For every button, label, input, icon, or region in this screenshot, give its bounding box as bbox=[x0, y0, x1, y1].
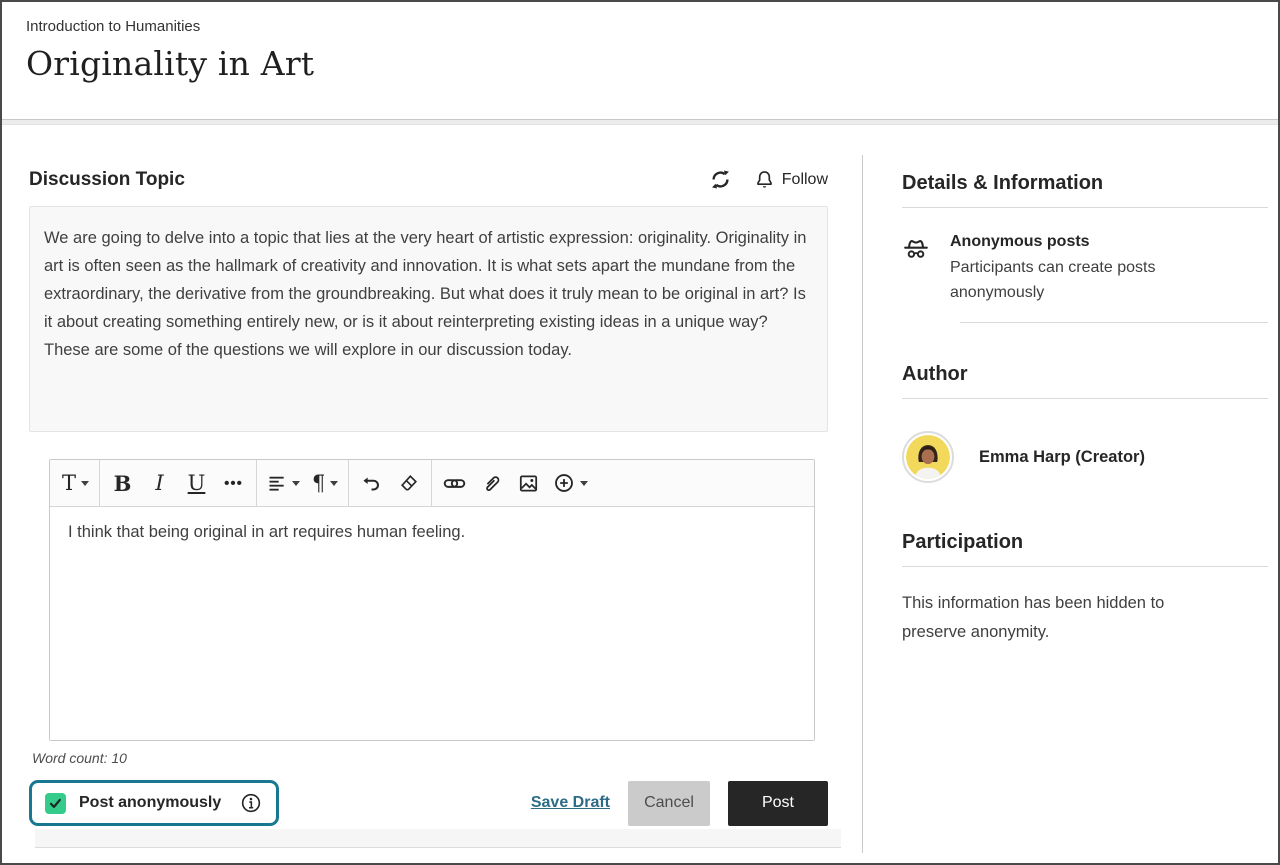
details-sidebar: Details & Information Anonymous posts Pa… bbox=[864, 125, 1278, 863]
insert-content-button[interactable] bbox=[547, 460, 594, 506]
word-count: Word count: 10 bbox=[32, 750, 828, 766]
toolbar-divider bbox=[99, 460, 100, 506]
follow-label: Follow bbox=[782, 171, 828, 189]
eraser-icon bbox=[399, 473, 419, 493]
chevron-down-icon bbox=[292, 481, 300, 486]
plus-circle-icon bbox=[553, 472, 575, 494]
toolbar-divider bbox=[256, 460, 257, 506]
page-header: Introduction to Humanities Originality i… bbox=[2, 2, 1278, 120]
paragraph-icon: ¶ bbox=[312, 473, 325, 494]
underline-button[interactable]: U bbox=[178, 460, 215, 506]
post-anonymously-checkbox[interactable] bbox=[45, 793, 66, 814]
paperclip-icon bbox=[481, 473, 502, 494]
undo-icon bbox=[361, 473, 382, 494]
content-area: Discussion Topic bbox=[2, 125, 1278, 863]
post-anonymously-label: Post anonymously bbox=[79, 794, 221, 812]
checkmark-icon bbox=[48, 796, 63, 811]
post-button[interactable]: Post bbox=[728, 781, 828, 826]
bold-icon: B bbox=[114, 473, 132, 494]
section-divider bbox=[902, 566, 1268, 567]
section-divider bbox=[902, 207, 1268, 208]
page: Introduction to Humanities Originality i… bbox=[0, 0, 1280, 865]
section-divider bbox=[902, 398, 1268, 399]
chevron-down-icon bbox=[330, 481, 338, 486]
undo-button[interactable] bbox=[353, 460, 390, 506]
discussion-topic-text: We are going to delve into a topic that … bbox=[29, 206, 828, 432]
main-column: Discussion Topic bbox=[2, 125, 864, 863]
save-draft-link[interactable]: Save Draft bbox=[531, 794, 610, 812]
page-title: Originality in Art bbox=[26, 44, 1254, 83]
author-row: Emma Harp (Creator) bbox=[902, 431, 1268, 483]
post-anonymously-control[interactable]: Post anonymously bbox=[29, 780, 279, 826]
author-name: Emma Harp (Creator) bbox=[979, 448, 1145, 467]
insert-link-button[interactable] bbox=[436, 460, 473, 506]
editor-content[interactable]: I think that being original in art requi… bbox=[50, 507, 814, 740]
item-divider bbox=[960, 322, 1268, 323]
link-icon bbox=[443, 472, 466, 495]
anonymous-posts-description: Participants can create posts anonymousl… bbox=[950, 255, 1198, 305]
bell-icon bbox=[754, 169, 775, 191]
text-style-icon: T bbox=[62, 473, 76, 494]
more-formatting-icon: ••• bbox=[224, 475, 243, 492]
italic-button[interactable]: I bbox=[141, 460, 178, 506]
section-title: Discussion Topic bbox=[29, 169, 185, 191]
image-icon bbox=[518, 473, 539, 494]
follow-button[interactable]: Follow bbox=[754, 169, 828, 191]
author-section-title: Author bbox=[902, 363, 1268, 386]
editor-toolbar: T B I U ••• ¶ bbox=[50, 460, 814, 507]
italic-icon: I bbox=[155, 473, 163, 494]
chevron-down-icon bbox=[580, 481, 588, 486]
anonymous-posts-title: Anonymous posts bbox=[950, 233, 1198, 251]
bold-button[interactable]: B bbox=[104, 460, 141, 506]
details-section-title: Details & Information bbox=[902, 172, 1268, 195]
toolbar-divider bbox=[431, 460, 432, 506]
participation-text: This information has been hidden to pres… bbox=[902, 589, 1212, 647]
cancel-button[interactable]: Cancel bbox=[628, 781, 710, 826]
more-formatting-button[interactable]: ••• bbox=[215, 460, 252, 506]
text-align-button[interactable] bbox=[261, 460, 306, 506]
incognito-icon bbox=[902, 236, 930, 305]
attach-file-button[interactable] bbox=[473, 460, 510, 506]
text-style-button[interactable]: T bbox=[56, 460, 95, 506]
main-sidebar-divider bbox=[862, 155, 863, 853]
eraser-button[interactable] bbox=[390, 460, 427, 506]
underline-icon: U bbox=[188, 473, 206, 494]
rich-text-editor: T B I U ••• ¶ bbox=[49, 459, 815, 741]
toolbar-divider bbox=[348, 460, 349, 506]
participation-section-title: Participation bbox=[902, 531, 1268, 554]
breadcrumb: Introduction to Humanities bbox=[26, 18, 1254, 35]
chevron-down-icon bbox=[81, 481, 89, 486]
info-icon[interactable] bbox=[240, 792, 262, 814]
refresh-icon bbox=[709, 168, 732, 191]
refresh-button[interactable] bbox=[709, 168, 732, 191]
insert-image-button[interactable] bbox=[510, 460, 547, 506]
bottom-strip bbox=[35, 829, 841, 848]
anonymous-posts-item: Anonymous posts Participants can create … bbox=[902, 233, 1268, 305]
paragraph-style-button[interactable]: ¶ bbox=[306, 460, 344, 506]
text-align-icon bbox=[267, 473, 287, 493]
avatar bbox=[902, 431, 954, 483]
